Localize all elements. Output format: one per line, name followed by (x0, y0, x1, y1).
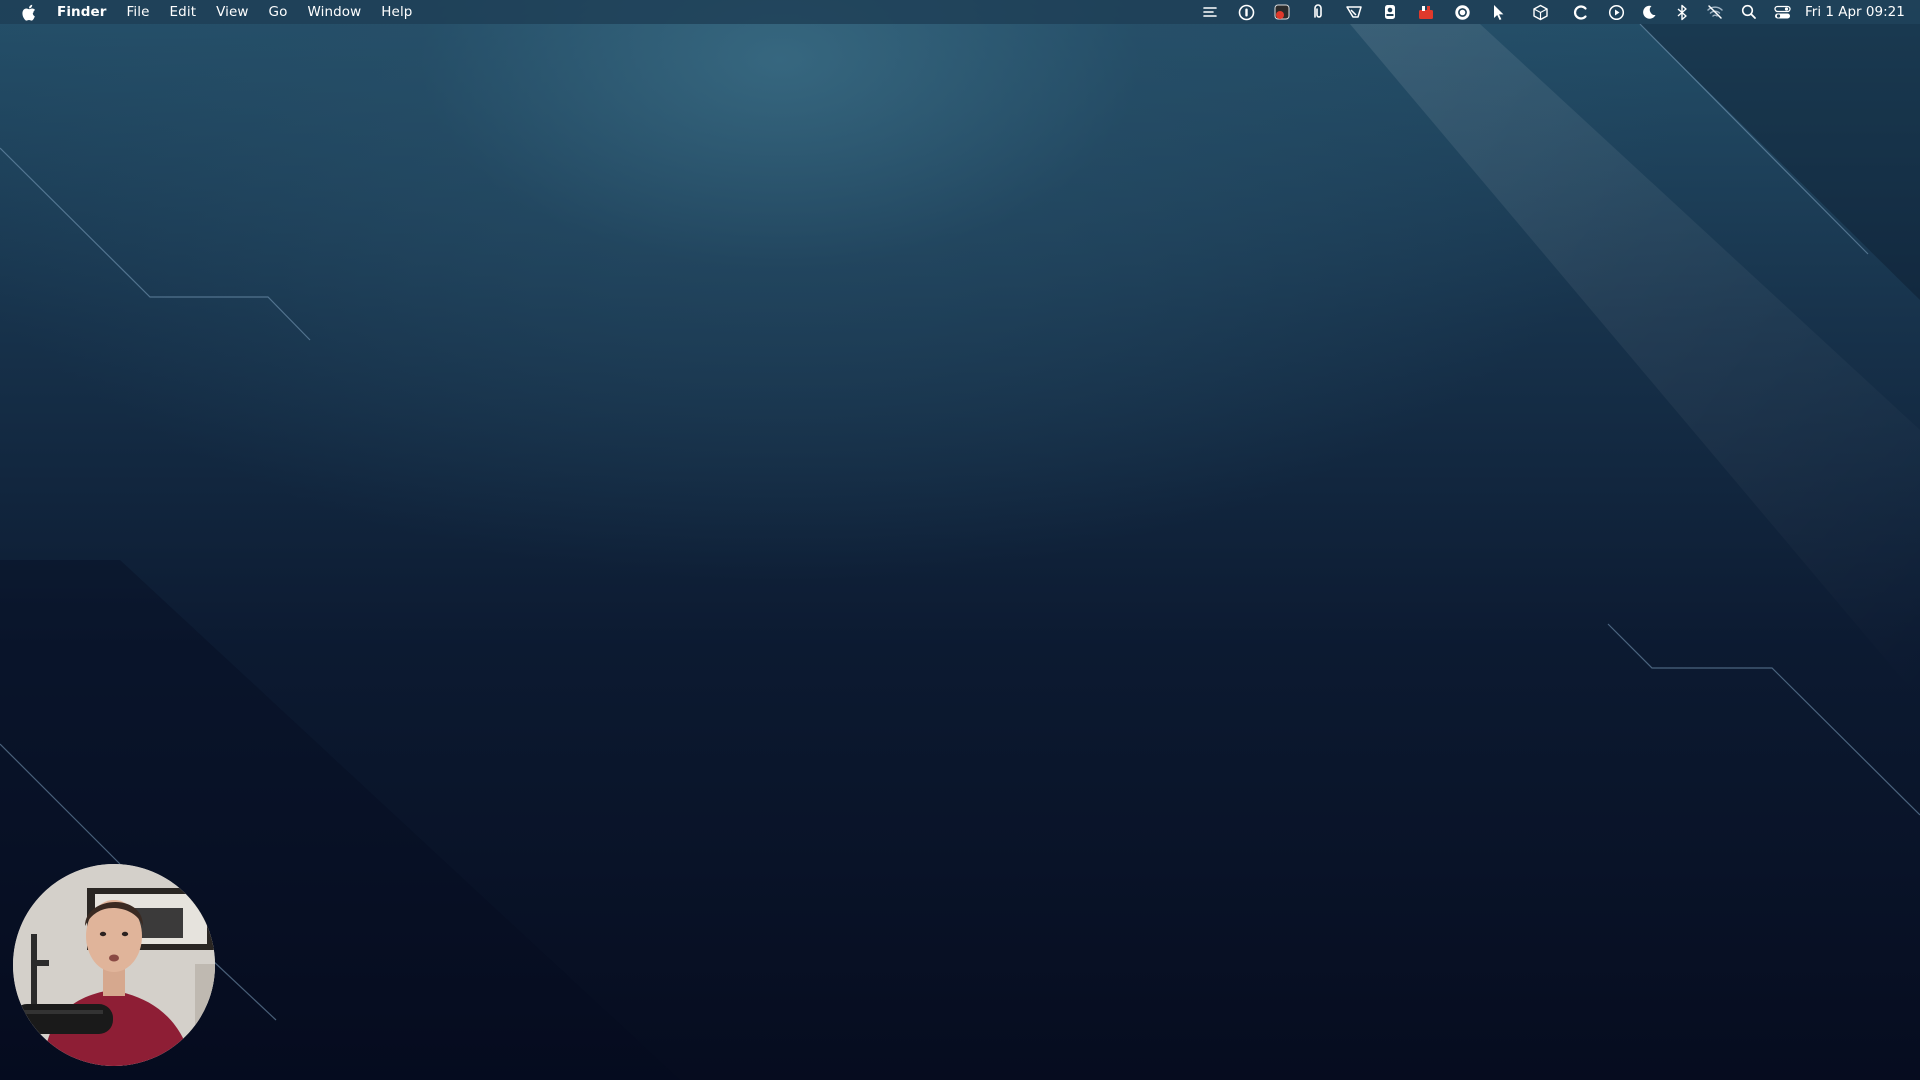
bluetooth-icon[interactable] (1673, 3, 1691, 21)
menu-file[interactable]: File (127, 0, 150, 24)
notification-badge-app-icon[interactable] (1273, 3, 1291, 21)
webcam-overlay (13, 864, 215, 1066)
apple-menu-icon[interactable] (18, 2, 38, 22)
menu-help[interactable]: Help (381, 0, 412, 24)
password-manager-icon[interactable] (1237, 3, 1255, 21)
red-bookmark-app-icon[interactable] (1417, 3, 1435, 21)
menu-clock[interactable]: Fri 1 Apr 09:21 (1805, 0, 1905, 24)
play-circle-icon[interactable] (1607, 3, 1625, 21)
target-icon[interactable] (1453, 3, 1471, 21)
cursor-icon[interactable] (1489, 3, 1507, 21)
menu-edit[interactable]: Edit (170, 0, 197, 24)
moon-icon[interactable] (1640, 3, 1658, 21)
menu-app-finder[interactable]: Finder (57, 0, 107, 24)
menu-go[interactable]: Go (269, 0, 288, 24)
wallpaper (0, 23, 1920, 1080)
desktop[interactable]: Finder File Edit View Go Window Help Fri… (0, 0, 1920, 1080)
dropzone-icon[interactable] (1345, 3, 1363, 21)
refresh-c-icon[interactable] (1571, 3, 1589, 21)
text-list-icon[interactable] (1201, 3, 1219, 21)
wifi-off-icon[interactable] (1706, 3, 1724, 21)
webcam-app-icon[interactable] (1381, 3, 1399, 21)
search-icon[interactable] (1740, 3, 1758, 21)
clipboard-icon[interactable] (1309, 3, 1327, 21)
cube-icon[interactable] (1531, 3, 1549, 21)
menu-view[interactable]: View (216, 0, 248, 24)
control-center-icon[interactable] (1773, 3, 1791, 21)
webcam-person-image (13, 864, 215, 1066)
menu-window[interactable]: Window (307, 0, 361, 24)
menu-bar: Finder File Edit View Go Window Help Fri… (0, 0, 1920, 24)
